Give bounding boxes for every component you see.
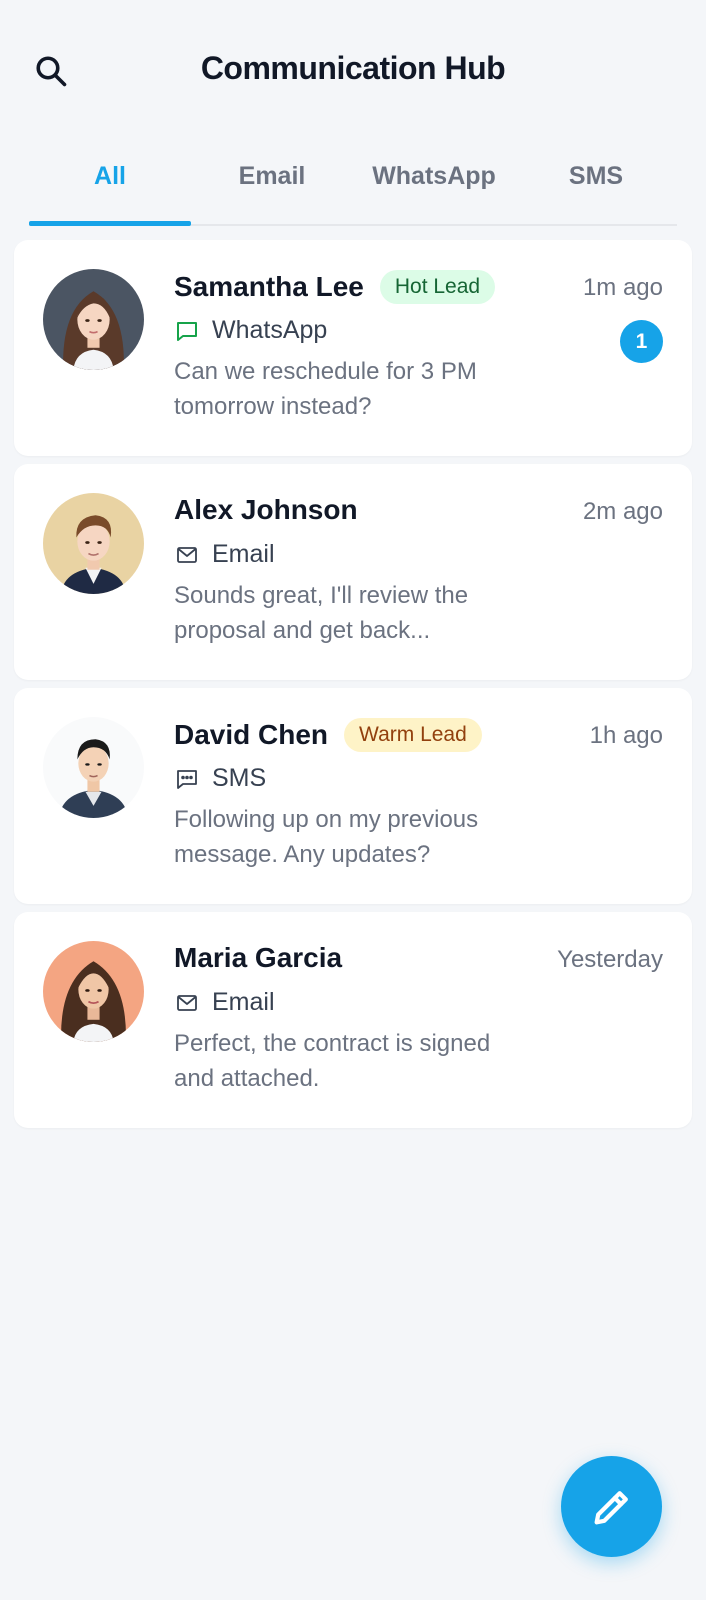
- message-preview: Perfect, the contract is signed and atta…: [174, 1030, 491, 1092]
- timestamp: 2m ago: [582, 498, 663, 525]
- channel-label: SMS: [212, 764, 267, 792]
- timestamp: Yesterday: [557, 946, 663, 973]
- channel-label: WhatsApp: [212, 316, 328, 344]
- conversation-item[interactable]: David Chen Warm Lead 1h ago SMS Followin…: [14, 688, 692, 904]
- channel-tabs: All Email WhatsApp SMS: [29, 140, 677, 226]
- avatar: [43, 269, 144, 370]
- contact-name: Alex Johnson: [174, 494, 358, 525]
- message-preview: Sounds great, I'll review the proposal a…: [174, 582, 469, 644]
- tab-email[interactable]: Email: [191, 140, 353, 224]
- app-header: Communication Hub: [0, 0, 706, 140]
- whatsapp-chat-icon: [174, 318, 200, 344]
- tab-whatsapp[interactable]: WhatsApp: [353, 140, 515, 224]
- tab-sms[interactable]: SMS: [515, 140, 677, 224]
- sms-icon: [174, 766, 200, 792]
- conversation-list: Samantha Lee Hot Lead 1m ago 1 WhatsApp …: [14, 240, 692, 1136]
- lead-badge: Hot Lead: [379, 270, 496, 304]
- message-preview: Can we reschedule for 3 PM tomorrow inst…: [174, 358, 477, 420]
- contact-name: David Chen: [174, 719, 329, 750]
- pencil-icon: [594, 1490, 628, 1524]
- timestamp: 1m ago: [582, 274, 663, 301]
- tab-all[interactable]: All: [29, 140, 191, 226]
- compose-button[interactable]: [561, 1456, 662, 1557]
- contact-name: Maria Garcia: [174, 942, 343, 973]
- page-title: Communication Hub: [200, 50, 506, 86]
- avatar: [43, 493, 144, 594]
- message-preview: Following up on my previous message. Any…: [174, 806, 479, 868]
- mail-icon: [174, 990, 200, 1016]
- lead-badge: Warm Lead: [344, 718, 482, 752]
- channel-label: Email: [212, 988, 275, 1016]
- channel-label: Email: [212, 540, 275, 568]
- conversation-item[interactable]: Samantha Lee Hot Lead 1m ago 1 WhatsApp …: [14, 240, 692, 456]
- contact-name: Samantha Lee: [174, 271, 364, 302]
- mail-icon: [174, 542, 200, 568]
- conversation-item[interactable]: Alex Johnson 2m ago Email Sounds great, …: [14, 464, 692, 680]
- avatar: [43, 941, 144, 1042]
- timestamp: 1h ago: [589, 722, 663, 749]
- conversation-item[interactable]: Maria Garcia Yesterday Email Perfect, th…: [14, 912, 692, 1128]
- unread-count-badge: 1: [620, 320, 663, 363]
- avatar: [43, 717, 144, 818]
